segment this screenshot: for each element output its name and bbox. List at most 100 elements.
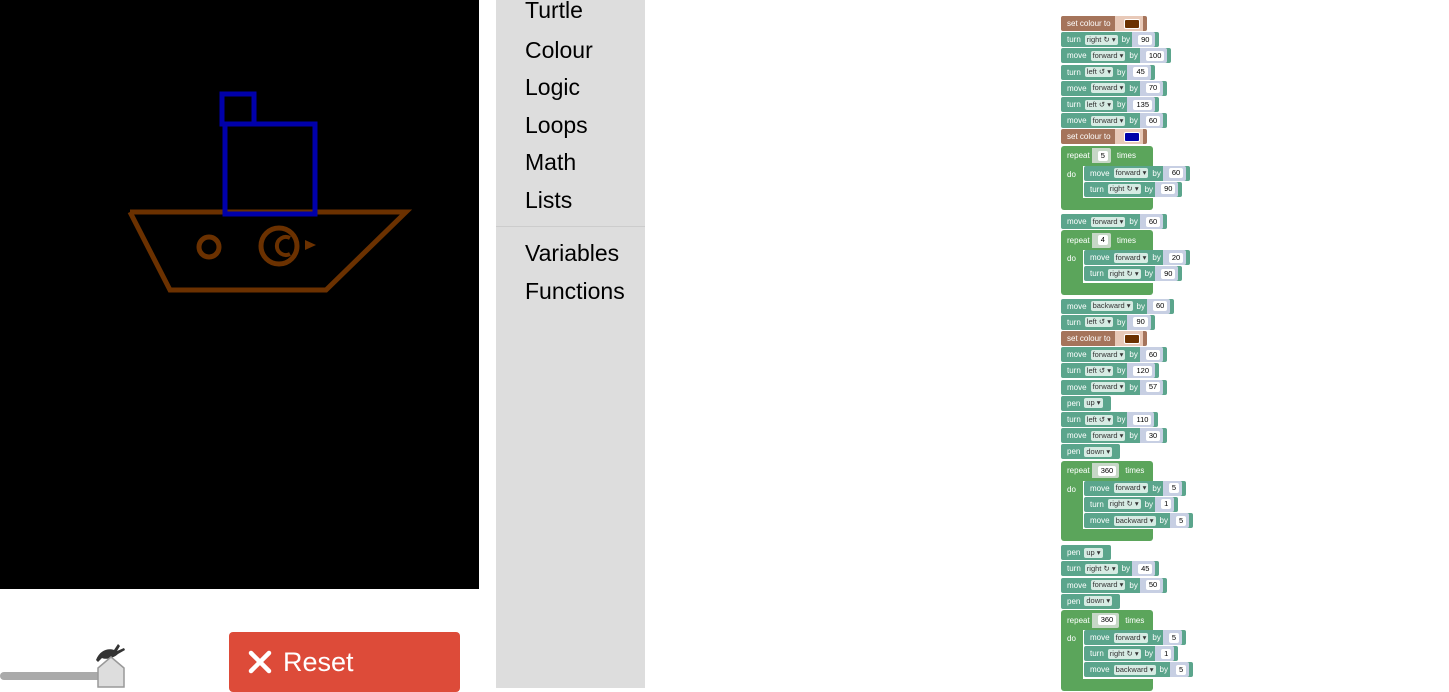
colour-swatch[interactable] xyxy=(1123,131,1140,142)
turn-direction-dropdown[interactable]: left ↺ ▾ xyxy=(1084,67,1114,78)
pen-dropdown[interactable]: up ▾ xyxy=(1084,547,1103,558)
number-input[interactable]: 135 xyxy=(1133,99,1152,110)
number-input[interactable]: 1 xyxy=(1161,499,1172,510)
move-direction-dropdown[interactable]: forward ▾ xyxy=(1090,430,1126,441)
number-input[interactable]: 5 xyxy=(1168,632,1180,643)
move-direction-dropdown[interactable]: forward ▾ xyxy=(1090,83,1126,94)
move-block[interactable]: move forward ▾ by 60 xyxy=(1084,165,1191,181)
turn-block[interactable]: turn left ↺ ▾ by 120 xyxy=(1061,363,1159,379)
number-input[interactable]: 90 xyxy=(1161,184,1176,195)
turn-block[interactable]: turn left ↺ ▾ by 45 xyxy=(1061,64,1155,80)
number-input[interactable]: 60 xyxy=(1152,301,1168,312)
number-input[interactable]: 20 xyxy=(1168,252,1184,263)
turn-direction-dropdown[interactable]: left ↺ ▾ xyxy=(1084,414,1114,425)
number-input[interactable]: 60 xyxy=(1145,115,1161,126)
number-input[interactable]: 5 xyxy=(1175,664,1187,675)
repeat-count-input[interactable]: 4 xyxy=(1097,235,1108,246)
number-input[interactable]: 57 xyxy=(1145,382,1161,393)
number-input[interactable]: 5 xyxy=(1168,483,1180,494)
turn-direction-dropdown[interactable]: left ↺ ▾ xyxy=(1084,365,1114,376)
move-direction-dropdown[interactable]: backward ▾ xyxy=(1090,301,1133,312)
pen-block[interactable]: pen down ▾ xyxy=(1061,593,1121,609)
move-direction-dropdown[interactable]: forward ▾ xyxy=(1090,382,1126,393)
pen-block[interactable]: pen down ▾ xyxy=(1061,444,1121,460)
turn-direction-dropdown[interactable]: right ↻ ▾ xyxy=(1107,499,1141,510)
category-variables[interactable]: Variables xyxy=(525,240,619,267)
move-block[interactable]: move forward ▾ by 5 xyxy=(1084,630,1187,645)
move-block[interactable]: move forward ▾ by 60 xyxy=(1061,347,1168,363)
turn-block[interactable]: turn right ↻ ▾ by 90 xyxy=(1061,32,1160,48)
turn-direction-dropdown[interactable]: right ↻ ▾ xyxy=(1107,268,1141,279)
speed-slider-track[interactable] xyxy=(0,672,108,680)
set-colour-block[interactable]: set colour to xyxy=(1061,16,1147,31)
number-input[interactable]: 30 xyxy=(1145,430,1161,441)
category-math[interactable]: Math xyxy=(525,149,576,176)
turn-direction-dropdown[interactable]: right ↻ ▾ xyxy=(1107,648,1141,659)
category-logic[interactable]: Logic xyxy=(525,74,580,101)
move-direction-dropdown[interactable]: forward ▾ xyxy=(1090,216,1126,227)
turn-direction-dropdown[interactable]: left ↺ ▾ xyxy=(1084,317,1114,328)
pen-dropdown[interactable]: down ▾ xyxy=(1084,596,1113,607)
turn-block[interactable]: turn right ↻ ▾ by 45 xyxy=(1061,561,1160,577)
category-functions[interactable]: Functions xyxy=(525,278,625,305)
number-input[interactable]: 100 xyxy=(1145,50,1165,61)
category-colour[interactable]: Colour xyxy=(525,37,593,64)
set-colour-block[interactable]: set colour to xyxy=(1061,129,1147,145)
pen-block[interactable]: pen up ▾ xyxy=(1061,395,1111,411)
colour-swatch[interactable] xyxy=(1123,333,1140,344)
turn-block[interactable]: turn left ↺ ▾ by 90 xyxy=(1061,314,1155,330)
colour-swatch[interactable] xyxy=(1123,18,1140,29)
repeat-count-input[interactable]: 5 xyxy=(1097,150,1108,161)
move-block[interactable]: move forward ▾ by 50 xyxy=(1061,577,1168,593)
move-direction-dropdown[interactable]: forward ▾ xyxy=(1090,580,1126,591)
repeat-count-input[interactable]: 360 xyxy=(1097,465,1117,476)
move-block[interactable]: move backward ▾ by 60 xyxy=(1061,298,1175,314)
number-input[interactable]: 45 xyxy=(1138,563,1153,574)
number-input[interactable]: 5 xyxy=(1175,515,1187,526)
turn-block[interactable]: turn right ↻ ▾ by 1 xyxy=(1084,646,1179,662)
colour-input[interactable] xyxy=(1114,331,1143,346)
move-direction-dropdown[interactable]: forward ▾ xyxy=(1113,632,1149,643)
move-block[interactable]: move forward ▾ by 5 xyxy=(1084,480,1187,496)
pen-block[interactable]: pen up ▾ xyxy=(1061,545,1111,561)
turn-block[interactable]: turn left ↺ ▾ by 110 xyxy=(1061,412,1159,427)
category-turtle[interactable]: Turtle xyxy=(525,0,583,24)
turn-block[interactable]: turn right ↻ ▾ by 1 xyxy=(1084,496,1179,512)
move-block[interactable]: move backward ▾ by 5 xyxy=(1084,662,1194,678)
number-input[interactable]: 50 xyxy=(1145,580,1161,591)
turn-block[interactable]: turn right ↻ ▾ by 90 xyxy=(1084,266,1183,282)
turn-block[interactable]: turn right ↻ ▾ by 90 xyxy=(1084,181,1183,197)
move-direction-dropdown[interactable]: forward ▾ xyxy=(1090,115,1126,126)
category-loops[interactable]: Loops xyxy=(525,112,588,139)
move-direction-dropdown[interactable]: forward ▾ xyxy=(1113,252,1149,263)
move-direction-dropdown[interactable]: forward ▾ xyxy=(1090,50,1126,61)
move-block[interactable]: move forward ▾ by 70 xyxy=(1061,80,1168,96)
number-input[interactable]: 110 xyxy=(1133,414,1152,425)
move-block[interactable]: move backward ▾ by 5 xyxy=(1084,513,1194,528)
colour-input[interactable] xyxy=(1114,16,1143,31)
move-direction-dropdown[interactable]: forward ▾ xyxy=(1113,168,1149,179)
number-input[interactable]: 90 xyxy=(1133,317,1148,328)
number-input[interactable]: 90 xyxy=(1138,34,1153,45)
number-input[interactable]: 45 xyxy=(1133,67,1148,78)
move-direction-dropdown[interactable]: backward ▾ xyxy=(1113,664,1156,675)
number-input[interactable]: 70 xyxy=(1145,83,1161,94)
repeat-count-input[interactable]: 360 xyxy=(1097,615,1117,625)
number-input[interactable]: 60 xyxy=(1145,349,1161,360)
blockly-workspace[interactable]: set colour to turn right ↻ ▾ by 90 move forwar… xyxy=(645,0,1449,691)
move-block[interactable]: move forward ▾ by 30 xyxy=(1061,428,1168,444)
category-lists[interactable]: Lists xyxy=(525,187,572,214)
number-input[interactable]: 60 xyxy=(1145,216,1161,227)
set-colour-block[interactable]: set colour to xyxy=(1061,331,1147,346)
turn-direction-dropdown[interactable]: right ↻ ▾ xyxy=(1084,563,1118,574)
number-input[interactable]: 90 xyxy=(1161,268,1176,279)
move-block[interactable]: move forward ▾ by 57 xyxy=(1061,379,1168,395)
number-input[interactable]: 120 xyxy=(1133,365,1152,376)
move-block[interactable]: move forward ▾ by 100 xyxy=(1061,48,1172,64)
move-direction-dropdown[interactable]: forward ▾ xyxy=(1113,483,1149,494)
turn-direction-dropdown[interactable]: left ↺ ▾ xyxy=(1084,99,1114,110)
pen-dropdown[interactable]: up ▾ xyxy=(1084,398,1103,409)
reset-button[interactable]: Reset xyxy=(229,632,460,692)
pen-dropdown[interactable]: down ▾ xyxy=(1084,446,1113,457)
number-input[interactable]: 60 xyxy=(1168,168,1184,179)
